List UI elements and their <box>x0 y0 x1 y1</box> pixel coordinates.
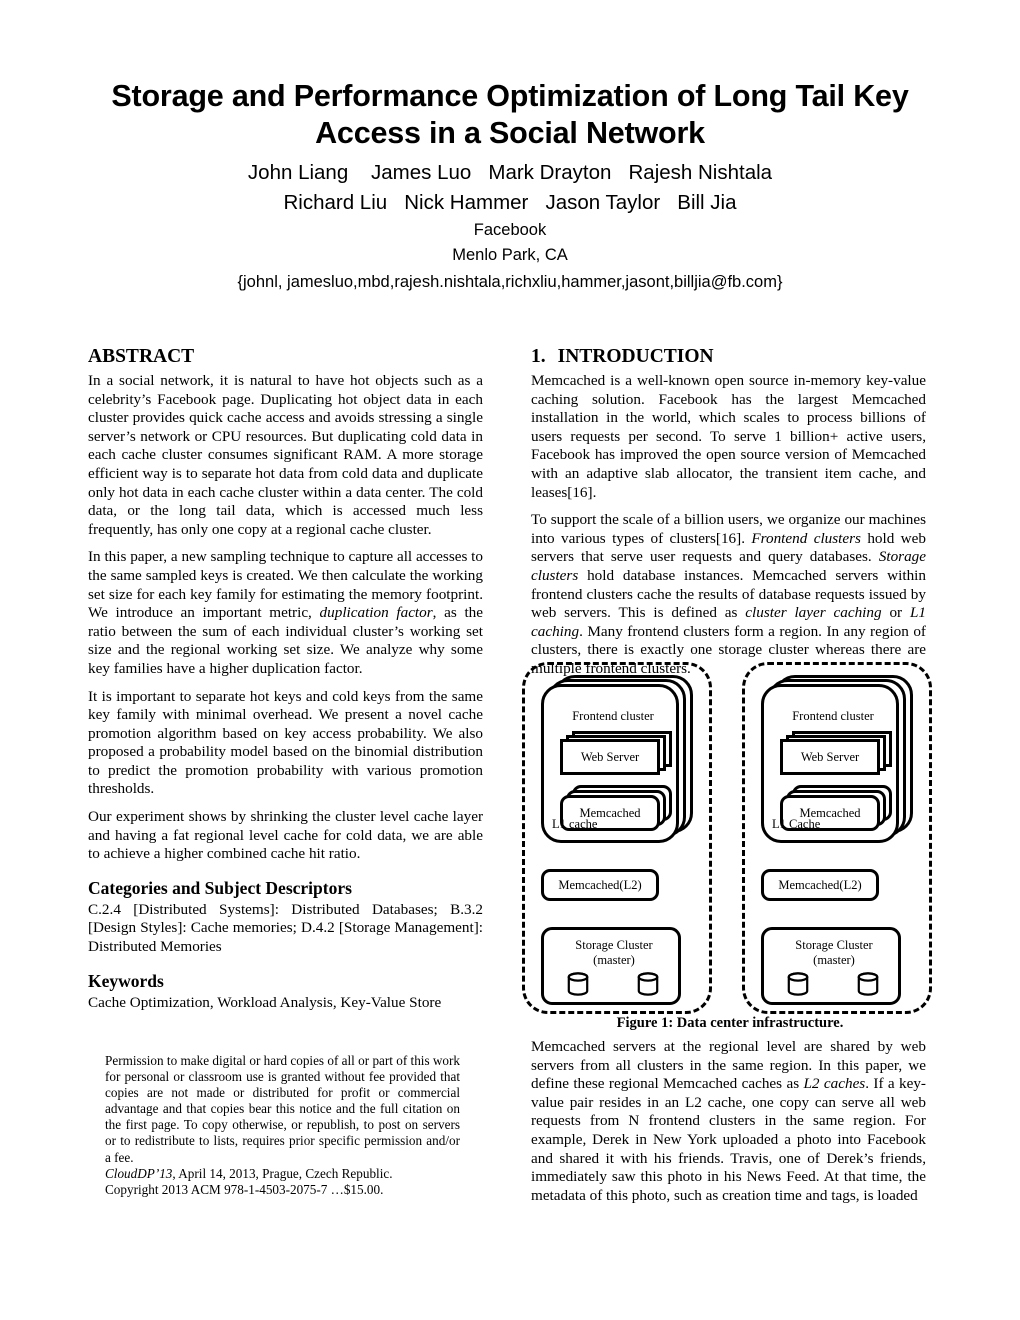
introduction-paragraph-1: Memcached is a well-known open source in… <box>531 372 926 501</box>
abstract-heading: ABSTRACT <box>88 346 195 367</box>
database-cylinder-icon <box>856 972 880 996</box>
figure-1: Frontend cluster Web Server Memcached L1 <box>520 662 940 1031</box>
storage-cluster-subtitle: (master) <box>593 953 635 967</box>
categories-heading: Categories and Subject Descriptors <box>88 877 352 898</box>
author-row-1: John Liang James Luo Mark Drayton Rajesh… <box>247 161 773 184</box>
copyright-conference: CloudDP’13, April 14, 2013, Prague, Czec… <box>105 1166 460 1182</box>
database-cylinder-icon <box>566 972 590 996</box>
memcached-l2-box-left: Memcached(L2) <box>541 869 659 901</box>
frontend-cluster-layer-1: Frontend cluster Web Server Memcached L1 <box>761 684 899 843</box>
affiliation-org: Facebook <box>473 221 547 239</box>
abstract-paragraph-2: In this paper, a new sampling technique … <box>88 548 483 678</box>
title-block: Storage and Performance Optimization of … <box>90 78 930 295</box>
introduction-heading-text: INTRODUCTION <box>557 346 714 367</box>
abstract-paragraph-1: In a social network, it is natural to ha… <box>88 372 483 538</box>
storage-cluster-title: Storage Cluster <box>575 938 653 952</box>
introduction-heading: 1. INTRODUCTION <box>531 345 926 369</box>
introduction-paragraph-2: To support the scale of a billion users,… <box>531 511 926 678</box>
author-row-2: Richard Liu Nick Hammer Jason Taylor Bil… <box>283 191 737 214</box>
paper-page: Storage and Performance Optimization of … <box>0 0 1020 1320</box>
copyright-block: Permission to make digital or hard copie… <box>105 1053 460 1198</box>
region-right: Frontend cluster Web Server Memcached L1 <box>742 662 932 1014</box>
frontend-cluster-stack-left: Frontend cluster Web Server Memcached L1 <box>541 675 693 843</box>
figure-caption: Figure 1: Data center infrastructure. <box>616 1015 844 1031</box>
intro-p2-emphasis-1: Frontend clusters <box>751 529 861 547</box>
affiliation-emails: {johnl, jamesluo,mbd,rajesh.nishtala,ric… <box>237 273 783 291</box>
introduction-paragraph-3: Memcached servers at the regional level … <box>531 1038 926 1205</box>
frontend-cluster-label: Frontend cluster <box>572 709 654 723</box>
keywords-heading: Keywords <box>88 970 164 991</box>
storage-cluster-title: Storage Cluster <box>795 938 873 952</box>
left-column: ABSTRACT In a social network, it is natu… <box>88 345 483 1021</box>
copyright-permission: Permission to make digital or hard copie… <box>105 1053 460 1165</box>
web-server-stack-left: Web Server <box>560 731 676 775</box>
intro-p2-emphasis-3: cluster layer caching <box>745 604 882 622</box>
l1-cache-label: L1 cache <box>552 817 598 831</box>
copyright-line: Copyright 2013 ACM 978-1-4503-2075-7 …$1… <box>105 1181 384 1197</box>
l1-cache-label: L1 Cache <box>772 817 821 831</box>
affiliation-location: Menlo Park, CA <box>452 246 568 264</box>
frontend-cluster-label: Frontend cluster <box>792 709 874 723</box>
intro-p3-emphasis: L2 caches <box>803 1075 866 1093</box>
storage-cluster-subtitle: (master) <box>813 953 855 967</box>
abstract-paragraph-4: Our experiment shows by shrinking the cl… <box>88 808 483 863</box>
right-column-continued: Memcached servers at the regional level … <box>531 1038 926 1214</box>
intro-p2-part-d: or <box>881 604 910 622</box>
right-column: 1. INTRODUCTION Memcached is a well-known… <box>531 345 926 679</box>
intro-p3-part-b: . If a key-value pair resides in an L2 c… <box>531 1075 926 1204</box>
page-title: Storage and Performance Optimization of … <box>111 79 909 150</box>
frontend-cluster-stack-right: Frontend cluster Web Server Memcached L1 <box>761 675 913 843</box>
categories-text: C.2.4 [Distributed Systems]: Distributed… <box>88 900 483 956</box>
database-cylinder-icon <box>786 972 810 996</box>
abstract-paragraph-3: It is important to separate hot keys and… <box>88 687 483 798</box>
web-server-label: Web Server <box>580 749 640 764</box>
database-cylinder-icon <box>636 972 660 996</box>
conference-name: CloudDP’13 <box>105 1165 173 1181</box>
conference-details: , April 14, 2013, Prague, Czech Republic… <box>172 1165 393 1181</box>
memcached-l2-box-right: Memcached(L2) <box>761 869 879 901</box>
storage-cluster-left: Storage Cluster (master) <box>541 927 681 1005</box>
region-left: Frontend cluster Web Server Memcached L1 <box>522 662 712 1014</box>
introduction-number: 1. <box>531 346 546 367</box>
web-server-stack-right: Web Server <box>780 731 896 775</box>
storage-cluster-right: Storage Cluster (master) <box>761 927 901 1005</box>
web-server-label: Web Server <box>800 749 860 764</box>
abstract-p2-emphasis: duplication factor <box>319 604 433 622</box>
frontend-cluster-layer-1: Frontend cluster Web Server Memcached L1 <box>541 684 679 843</box>
keywords-text: Cache Optimization, Workload Analysis, K… <box>88 993 442 1011</box>
